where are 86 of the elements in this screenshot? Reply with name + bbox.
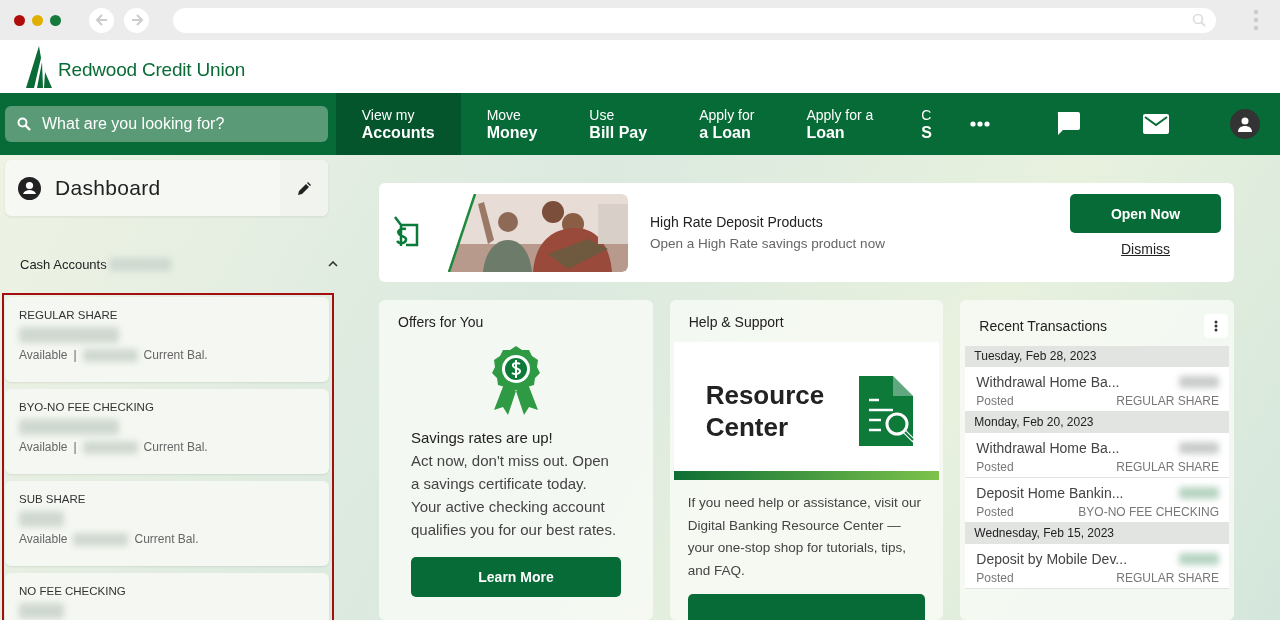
transaction-description: Withdrawal Home Ba... — [976, 374, 1120, 390]
card-title: Help & Support — [687, 314, 785, 330]
nav-tab[interactable]: Apply for a Loan — [673, 93, 781, 155]
banner-title: High Rate Deposit Products — [650, 214, 824, 230]
redacted-amount — [1179, 442, 1219, 454]
account-card[interactable]: SUB SHARE Available Current Bal. — [5, 481, 329, 566]
transaction-row[interactable]: Withdrawal Home Ba... Posted REGULAR SHARE — [965, 367, 1229, 412]
nav-tab[interactable]: C S — [899, 93, 932, 155]
redacted-amount — [73, 532, 129, 546]
redacted-amount — [1179, 487, 1219, 499]
redacted-amount — [1179, 553, 1219, 565]
transaction-status: Posted — [976, 571, 1014, 585]
transaction-account: REGULAR SHARE — [1116, 571, 1219, 585]
help-text: If you need help or assistance, visit our Digital Banking Resource Center — your one-stop shop for tutorials, tips, and FAQ. — [686, 494, 923, 580]
redacted-amount — [82, 440, 138, 454]
card-title: Offers for You — [397, 314, 485, 330]
kebab-icon — [1214, 320, 1218, 332]
maximize-dot[interactable] — [50, 14, 61, 26]
available-label: Available — [19, 348, 68, 362]
back-arrow-icon — [94, 13, 109, 27]
user-icon — [18, 176, 41, 200]
redacted-amount — [1179, 376, 1219, 388]
date-header: Tuesday, Feb 28, 2023 — [965, 346, 1229, 367]
offer-text: Act now, don't miss out. Open a savings certificate today. Your active checking account qualifies you for our best rates. — [411, 451, 618, 540]
account-card[interactable]: NO FEE CHECKING — [5, 573, 329, 620]
nav-tab[interactable]: View my Accounts — [335, 93, 461, 155]
section-label: Cash Accounts — [20, 256, 107, 272]
chat-icon[interactable] — [1055, 111, 1081, 137]
learn-more-button[interactable]: Learn More — [411, 557, 621, 597]
current-balance-label: Current Bal. — [143, 348, 208, 362]
pencil-icon — [297, 181, 311, 195]
transaction-row[interactable]: Withdrawal Home Ba... Posted REGULAR SHARE — [965, 433, 1229, 478]
nav-tab[interactable]: Apply for a Loan — [780, 93, 900, 155]
account-card[interactable]: BYO-NO FEE CHECKING Available | Current Bal. — [5, 389, 329, 474]
open-now-button[interactable]: Open Now — [1070, 194, 1221, 233]
minimize-dot[interactable] — [32, 14, 43, 26]
current-balance-label: Current Bal. — [134, 532, 199, 546]
forward-arrow-icon — [129, 13, 144, 27]
account-name: NO FEE CHECKING — [19, 585, 127, 597]
redacted-amount — [19, 603, 64, 619]
transaction-description: Deposit by Mobile Dev... — [976, 551, 1128, 567]
card-title: Recent Transactions — [979, 318, 1107, 334]
transaction-status: Posted — [976, 505, 1014, 519]
redacted-amount — [19, 511, 64, 527]
transaction-account: BYO-NO FEE CHECKING — [1078, 505, 1219, 519]
mail-icon[interactable] — [1143, 114, 1169, 134]
account-name: BYO-NO FEE CHECKING — [19, 401, 155, 413]
redacted-amount — [82, 348, 138, 362]
separator: | — [73, 348, 77, 362]
transaction-description: Withdrawal Home Ba... — [976, 440, 1120, 456]
current-balance-label: Current Bal. — [143, 440, 208, 454]
transaction-account: REGULAR SHARE — [1116, 460, 1219, 474]
date-header: Wednesday, Feb 15, 2023 — [965, 523, 1229, 544]
transaction-status: Posted — [976, 460, 1014, 474]
search-icon — [17, 117, 31, 131]
search-icon — [1192, 13, 1206, 27]
transaction-description: Deposit Home Bankin... — [976, 485, 1124, 501]
more-icon[interactable] — [970, 121, 990, 127]
available-label: Available — [19, 440, 68, 454]
date-header: Monday, Feb 20, 2023 — [965, 412, 1229, 433]
dismiss-link[interactable]: Dismiss — [1121, 241, 1170, 257]
profile-avatar[interactable] — [1230, 109, 1260, 139]
transaction-account: REGULAR SHARE — [1116, 394, 1219, 408]
account-card[interactable]: REGULAR SHARE Available | Current Bal. — [5, 297, 329, 382]
separator: | — [73, 440, 77, 454]
edit-button[interactable] — [280, 160, 328, 216]
nav-tab[interactable]: Use Bill Pay — [563, 93, 674, 155]
chevron-icon[interactable] — [328, 261, 338, 267]
transaction-row[interactable]: Deposit by Mobile Dev... Posted REGULAR SHARE — [965, 544, 1229, 589]
nav-tab[interactable]: Move Money — [460, 93, 564, 155]
award-ribbon-icon — [489, 344, 542, 416]
dashboard-title: Dashboard — [55, 176, 162, 200]
transaction-status: Posted — [976, 394, 1014, 408]
resource-center-banner[interactable]: Resource Center — [673, 342, 940, 480]
account-name: SUB SHARE — [19, 493, 87, 505]
offer-headline: Savings rates are up! — [411, 428, 554, 448]
transaction-row[interactable]: Deposit Home Bankin... Posted BYO-NO FEE CHECKING — [965, 478, 1229, 523]
account-name: REGULAR SHARE — [19, 309, 119, 321]
tree-logo-icon — [26, 45, 52, 88]
brand-name: Redwood Credit Union — [58, 58, 246, 81]
banner-subtitle: Open a High Rate savings product now — [650, 236, 886, 251]
available-label: Available — [19, 532, 68, 546]
more-button[interactable] — [1204, 314, 1228, 338]
resource-center-title: Resource Center — [705, 379, 826, 443]
close-dot[interactable] — [14, 14, 25, 26]
search-field[interactable]: What are you looking for? — [5, 106, 328, 142]
